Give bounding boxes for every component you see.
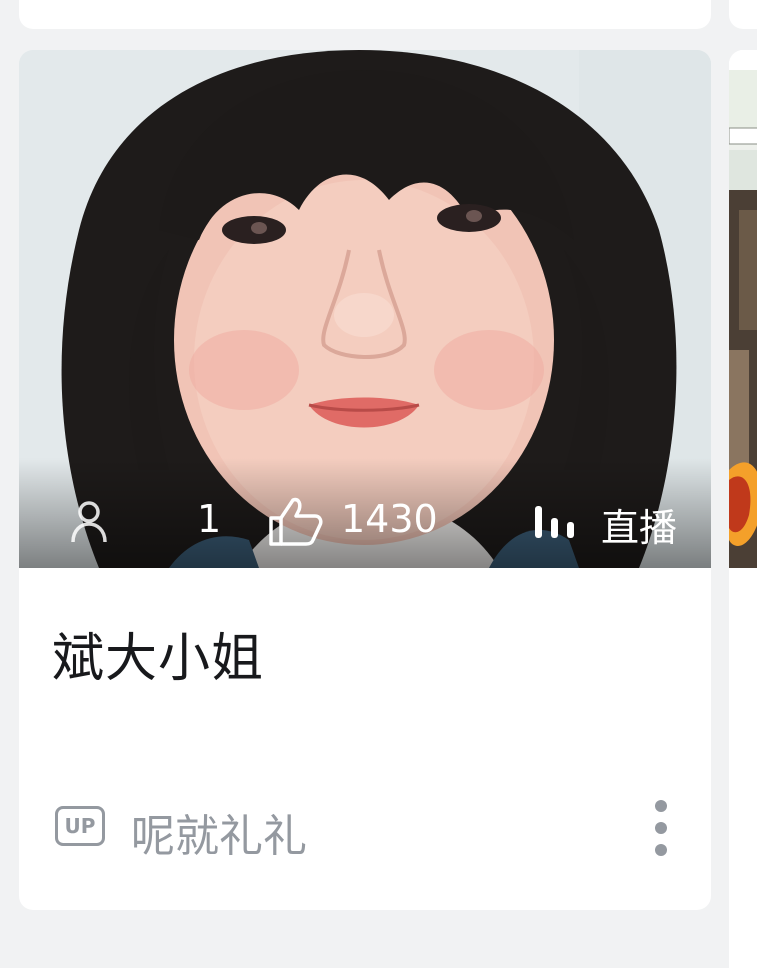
next-card-image [729,50,757,568]
live-stream-card[interactable]: 1 1430 直播 斌大小姐 UP 呢就礼礼 [19,50,711,910]
stream-stats-bar: 1 1430 直播 [19,494,711,550]
stream-title[interactable]: 斌大小姐 [52,616,264,691]
viewer-count: 1 [197,497,222,541]
live-label: 直播 [601,506,678,550]
up-badge: UP [55,806,105,846]
next-card-body[interactable] [729,568,757,968]
next-card-thumbnail[interactable] [729,50,757,568]
stream-thumbnail[interactable]: 1 1430 直播 [19,50,711,568]
owner-row[interactable]: UP 呢就礼礼 [55,798,695,862]
more-vertical-icon[interactable] [643,798,679,858]
person-icon [71,501,107,543]
previous-card-bottom[interactable] [19,0,711,29]
thumbs-up-icon [269,497,323,546]
owner-name[interactable]: 呢就礼礼 [131,800,307,864]
previous-card-right-bottom[interactable] [729,0,757,29]
live-bars-icon [535,506,574,538]
like-count: 1430 [341,497,438,541]
